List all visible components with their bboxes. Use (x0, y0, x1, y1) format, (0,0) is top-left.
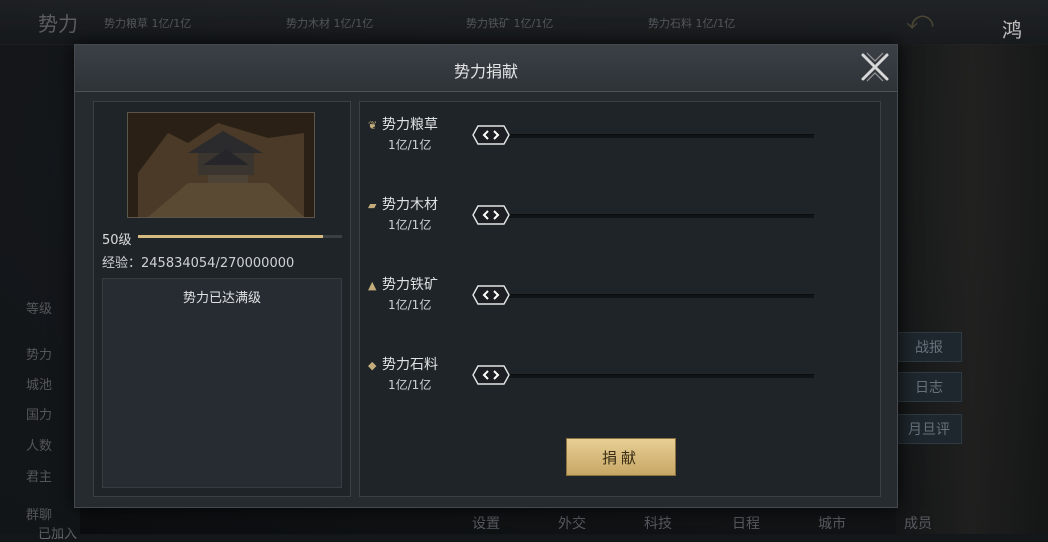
donation-row-stone: ◆ 势力石料 1亿/1亿 (368, 354, 868, 398)
donation-row-grain: ❦ 势力粮草 1亿/1亿 (368, 114, 868, 158)
faction-level: 50级 (102, 233, 132, 248)
dialog-header: 势力捐献 (75, 45, 897, 92)
dialog-title: 势力捐献 (453, 62, 518, 81)
faction-level-card: 50级 经验：245834054/270000000 势力已达满级 (93, 101, 351, 497)
donation-slider-track[interactable] (478, 374, 814, 378)
close-icon[interactable] (857, 49, 893, 85)
resource-amount: 1亿/1亿 (388, 218, 432, 232)
donation-slider-track[interactable] (478, 134, 814, 138)
experience-text: 经验：245834054/270000000 (102, 256, 295, 271)
resource-donation-card: ❦ 势力粮草 1亿/1亿 ▰ 势力木材 1亿/1亿 ▲ 势力铁矿 1亿/1亿 ◆ 势力石… (359, 101, 881, 497)
donation-row-wood: ▰ 势力木材 1亿/1亿 (368, 194, 868, 238)
slider-handle-icon[interactable] (472, 125, 510, 145)
resource-name: ◆ 势力石料 (368, 357, 438, 373)
slider-handle-icon[interactable] (472, 365, 510, 385)
grain-icon: ❦ (368, 119, 378, 132)
resource-name: ▰ 势力木材 (368, 197, 438, 213)
level-progress-bar (138, 235, 342, 238)
resource-amount: 1亿/1亿 (388, 138, 432, 152)
stone-icon: ◆ (368, 359, 377, 372)
donate-button[interactable]: 捐献 (566, 438, 676, 476)
slider-handle-icon[interactable] (472, 205, 510, 225)
donation-slider-track[interactable] (478, 214, 814, 218)
resource-amount: 1亿/1亿 (388, 378, 432, 392)
iron-icon: ▲ (368, 279, 377, 292)
level-progress-fill (138, 235, 324, 238)
max-level-text: 势力已达满级 (182, 291, 261, 306)
resource-name: ❦ 势力粮草 (368, 117, 438, 133)
resource-name: ▲ 势力铁矿 (368, 277, 438, 293)
wood-icon: ▰ (368, 199, 377, 212)
slider-handle-icon[interactable] (472, 285, 510, 305)
status-box: 势力已达满级 (102, 278, 342, 488)
donation-row-iron: ▲ 势力铁矿 1亿/1亿 (368, 274, 868, 318)
donation-slider-track[interactable] (478, 294, 814, 298)
faction-city-image (127, 112, 315, 218)
faction-donation-dialog: 势力捐献 50级 经验：245834054/270000000 势力已达满级 ❦… (74, 44, 898, 508)
resource-amount: 1亿/1亿 (388, 298, 432, 312)
